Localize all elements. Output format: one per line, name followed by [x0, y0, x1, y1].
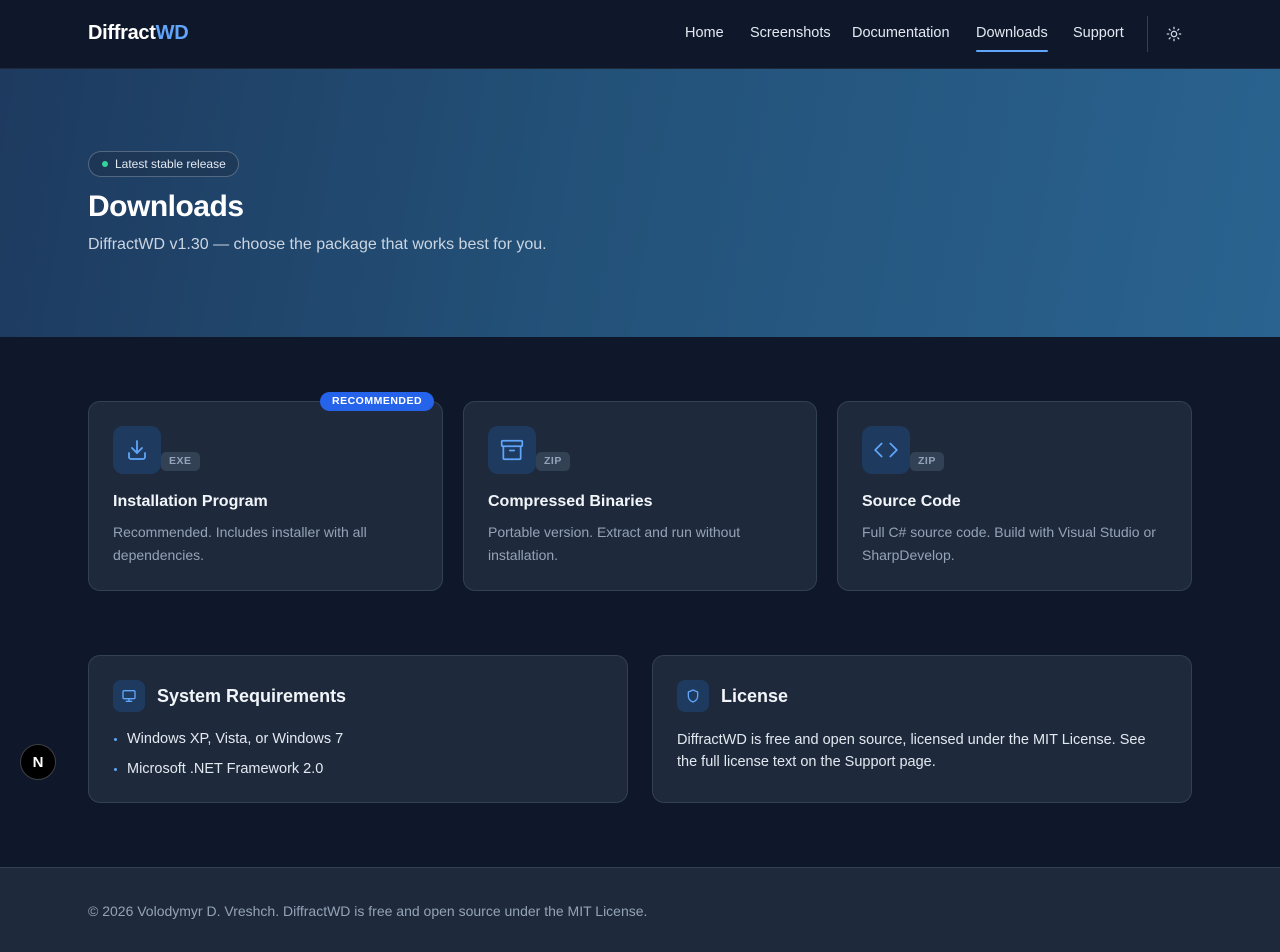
- hero-section: Latest stable release Downloads Diffract…: [0, 69, 1280, 337]
- panel-title: System Requirements: [157, 686, 347, 706]
- card-description: Full C# source code. Build with Visual S…: [862, 524, 1156, 563]
- recommended-badge: RECOMMENDED: [320, 392, 435, 411]
- monitor-icon: [122, 690, 136, 702]
- release-badge: Latest stable release: [88, 151, 239, 177]
- nav-screenshots[interactable]: Screenshots: [750, 25, 831, 41]
- nav-documentation[interactable]: Documentation: [852, 25, 950, 41]
- download-card-binaries[interactable]: ZIP Compressed Binaries Portable version…: [463, 401, 817, 591]
- logo-accent: WD: [155, 22, 189, 44]
- card-title: Compressed Binaries: [488, 493, 653, 510]
- card-title: Installation Program: [113, 493, 268, 510]
- license-panel: License DiffractWD is free and open sour…: [652, 655, 1192, 803]
- license-text: DiffractWD is free and open source, lice…: [677, 732, 1146, 770]
- requirements-list: Windows XP, Vista, or Windows 7 Microsof…: [113, 730, 343, 790]
- card-icon-box: [488, 426, 536, 474]
- archive-icon: [500, 439, 524, 461]
- logo-text: Diffract: [88, 22, 156, 44]
- nav-home[interactable]: Home: [685, 25, 724, 41]
- file-type-badge: ZIP: [536, 452, 570, 471]
- card-icon-box: [113, 426, 161, 474]
- panel-icon-box: [113, 680, 145, 712]
- nav-divider: [1147, 16, 1148, 52]
- sun-icon: [1166, 26, 1182, 42]
- nav-support[interactable]: Support: [1073, 25, 1124, 41]
- file-type-badge: ZIP: [910, 452, 944, 471]
- code-icon: [874, 442, 898, 458]
- status-dot: [102, 161, 108, 167]
- panel-icon-box: [677, 680, 709, 712]
- shield-icon: [687, 689, 699, 703]
- site-footer: © 2026 Volodymyr D. Vreshch. DiffractWD …: [0, 867, 1280, 952]
- system-requirements-panel: System Requirements Windows XP, Vista, o…: [88, 655, 628, 803]
- site-header: DiffractWD Home Screenshots Documentatio…: [0, 0, 1280, 69]
- floating-n-button[interactable]: N: [20, 744, 56, 780]
- list-item: Microsoft .NET Framework 2.0: [113, 760, 343, 790]
- theme-toggle-button[interactable]: [1163, 23, 1185, 45]
- nav-downloads[interactable]: Downloads: [976, 25, 1048, 52]
- download-card-source[interactable]: ZIP Source Code Full C# source code. Bui…: [837, 401, 1192, 591]
- card-description: Portable version. Extract and run withou…: [488, 524, 741, 563]
- release-badge-label: Latest stable release: [115, 157, 226, 171]
- card-description: Recommended. Includes installer with all…: [113, 524, 367, 563]
- download-card-installer[interactable]: EXE Installation Program Recommended. In…: [88, 401, 443, 591]
- card-title: Source Code: [862, 493, 961, 510]
- file-type-badge: EXE: [161, 452, 200, 471]
- list-item: Windows XP, Vista, or Windows 7: [113, 730, 343, 760]
- panel-title: License: [721, 686, 789, 706]
- page-subtitle: DiffractWD v1.30 — choose the package th…: [88, 236, 547, 253]
- copyright-text: © 2026 Volodymyr D. Vreshch. DiffractWD …: [88, 903, 648, 919]
- download-icon: [128, 440, 146, 460]
- card-icon-box: [862, 426, 910, 474]
- site-logo[interactable]: DiffractWD: [88, 22, 189, 45]
- page-title: Downloads: [88, 190, 244, 223]
